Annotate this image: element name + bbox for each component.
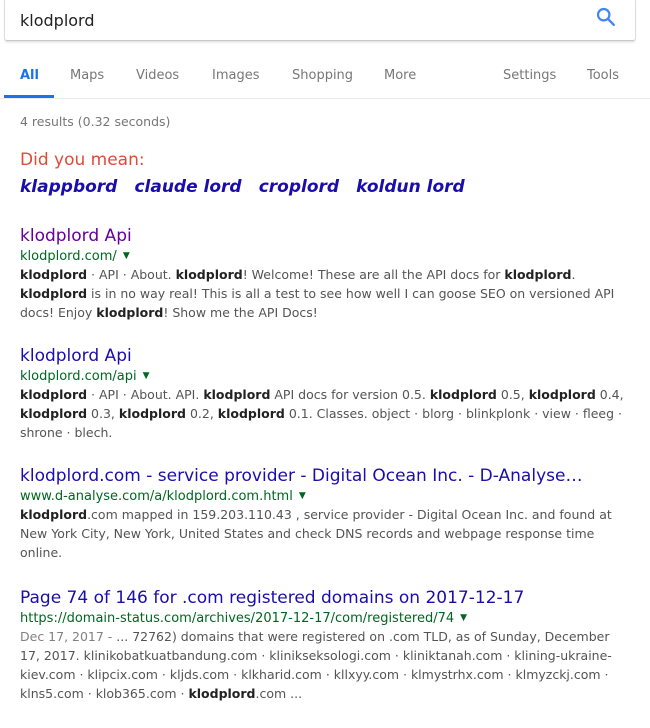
search-button[interactable] xyxy=(595,6,617,28)
url-dropdown-icon[interactable]: ▼ xyxy=(143,371,150,381)
snippet-text: 0.3, xyxy=(87,406,119,421)
url-dropdown-icon[interactable]: ▼ xyxy=(299,491,306,501)
snippet-keyword: klodplord xyxy=(429,387,497,402)
snippet-keyword: klodplord xyxy=(528,387,596,402)
snippet-text: · API · About. xyxy=(87,267,176,282)
suggestion-link[interactable]: klappbord xyxy=(20,177,117,197)
search-icon xyxy=(596,7,615,26)
tab-settings[interactable]: Settings xyxy=(503,68,556,83)
snippet-text: ! Show me the API Docs! xyxy=(163,305,318,320)
snippet-date: Dec 17, 2017 - xyxy=(20,629,117,644)
snippet-text: . xyxy=(571,267,576,282)
result-title-link[interactable]: Page 74 of 146 for .com registered domai… xyxy=(20,587,625,609)
snippet-text: 0.2, xyxy=(185,406,218,421)
tab-more[interactable]: More xyxy=(384,68,416,83)
snippet-keyword: klodplord xyxy=(20,406,88,421)
snippet-text: · API · About. API. xyxy=(87,387,204,402)
snippet-keyword: klodplord xyxy=(20,507,88,522)
snippet-keyword: klodplord xyxy=(217,406,285,421)
snippet-keyword: klodplord xyxy=(175,267,243,282)
snippet-keyword: klodplord xyxy=(96,305,164,320)
search-tabs: All Maps Videos Images Shopping More Set… xyxy=(0,58,650,99)
active-tab-indicator xyxy=(4,95,54,98)
snippet-keyword: klodplord xyxy=(188,686,256,701)
did-you-mean-suggestions: klappbord claude lord croplord koldun lo… xyxy=(20,177,477,197)
search-result: klodplord Api klodplord.com/ ▼ klodplord… xyxy=(20,225,625,322)
snippet-text: .com ... xyxy=(255,686,303,701)
snippet-keyword: klodplord xyxy=(20,286,88,301)
result-snippet: klodplord · API · About. klodplord! Welc… xyxy=(20,265,625,322)
snippet-text: API docs for version 0.5. xyxy=(270,387,430,402)
tab-shopping[interactable]: Shopping xyxy=(292,68,353,83)
result-url[interactable]: www.d-analyse.com/a/klodplord.com.html xyxy=(20,489,293,504)
result-title-link[interactable]: klodplord Api xyxy=(20,345,625,367)
suggestion-link[interactable]: claude lord xyxy=(134,177,241,197)
snippet-text: .com mapped in 159.203.110.43 , service … xyxy=(20,507,612,560)
result-url[interactable]: klodplord.com/api xyxy=(20,369,137,384)
result-snippet: klodplord · API · About. API. klodplord … xyxy=(20,385,625,442)
search-result: klodplord Api klodplord.com/api ▼ klodpl… xyxy=(20,345,625,442)
search-result: Page 74 of 146 for .com registered domai… xyxy=(20,587,625,703)
snippet-keyword: klodplord xyxy=(118,406,186,421)
search-result: klodplord.com - service provider - Digit… xyxy=(20,465,625,562)
snippet-text: 0.5, xyxy=(496,387,529,402)
snippet-keyword: klodplord xyxy=(20,387,88,402)
did-you-mean-label: Did you mean: xyxy=(20,150,145,170)
snippet-text: ! Welcome! These are all the API docs fo… xyxy=(242,267,505,282)
result-title-link[interactable]: klodplord Api xyxy=(20,225,625,247)
snippet-keyword: klodplord xyxy=(504,267,572,282)
snippet-keyword: klodplord xyxy=(20,267,88,282)
tab-tools[interactable]: Tools xyxy=(587,68,619,83)
suggestion-link[interactable]: koldun lord xyxy=(356,177,465,197)
search-input[interactable] xyxy=(20,8,580,32)
tab-images[interactable]: Images xyxy=(212,68,260,83)
url-dropdown-icon[interactable]: ▼ xyxy=(123,251,130,261)
result-snippet: Dec 17, 2017 - ... 72762) domains that w… xyxy=(20,627,625,703)
search-box xyxy=(5,0,635,40)
result-url[interactable]: https://domain-status.com/archives/2017-… xyxy=(20,611,454,626)
snippet-keyword: klodplord xyxy=(203,387,271,402)
snippet-text: 0.4, xyxy=(595,387,624,402)
url-dropdown-icon[interactable]: ▼ xyxy=(460,613,467,623)
suggestion-link[interactable]: croplord xyxy=(259,177,339,197)
tab-maps[interactable]: Maps xyxy=(70,68,104,83)
result-title-link[interactable]: klodplord.com - service provider - Digit… xyxy=(20,465,625,487)
result-snippet: klodplord.com mapped in 159.203.110.43 ,… xyxy=(20,505,625,562)
tab-all[interactable]: All xyxy=(20,68,39,83)
result-url[interactable]: klodplord.com/ xyxy=(20,249,117,264)
tab-videos[interactable]: Videos xyxy=(136,68,179,83)
result-stats: 4 results (0.32 seconds) xyxy=(20,114,171,129)
